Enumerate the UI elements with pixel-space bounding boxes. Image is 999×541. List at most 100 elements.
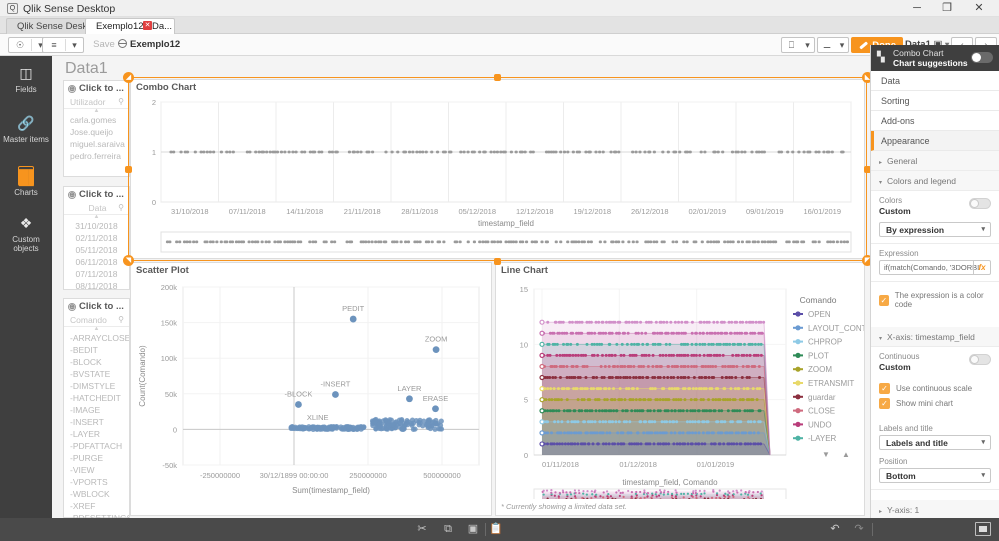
list-icon[interactable]: ≡ <box>43 38 65 52</box>
bookmark-icon[interactable]: ⚊ <box>818 38 836 52</box>
fullscreen-icon[interactable] <box>975 522 991 536</box>
sheets-menu-group[interactable]: ≡ ▾ <box>42 37 84 53</box>
filter-pane-comando[interactable]: ⊕ Click to ... Comando ⚲ ▲ -ARRAYCLOSE -BED… <box>63 298 130 518</box>
list-item[interactable]: 05/11/2018 <box>64 244 129 256</box>
magnifier-icon[interactable]: ⚲ <box>118 203 124 212</box>
search-input[interactable]: Data ⚲ <box>64 201 129 215</box>
chevron-down-icon[interactable]: ▾ <box>66 38 83 52</box>
selection-handle-bottom[interactable] <box>494 258 501 265</box>
list-item[interactable]: Jose.queijo <box>64 126 129 138</box>
line-chart-plot[interactable]: 0 5 10 15 01/11/2018 01/12/2018 01/01/2019 Coma… <box>496 277 870 512</box>
svg-text:-LAYER: -LAYER <box>808 434 837 443</box>
filter-pane-title[interactable]: ⊕ Click to ... <box>64 81 129 95</box>
section-x-axis[interactable]: ▾ X-axis: timestamp_field <box>871 327 999 347</box>
list-item[interactable]: -INSERT <box>64 416 129 428</box>
list-item[interactable]: pedro.ferreira <box>64 150 129 162</box>
list-item[interactable]: -BLOCK <box>64 356 129 368</box>
search-input[interactable]: Utilizador ⚲ <box>64 95 129 109</box>
list-item[interactable]: -PDFATTACH <box>64 440 129 452</box>
list-item[interactable]: -ARRAYCLOSE <box>64 332 129 344</box>
filter-pane-data[interactable]: ⊕ Click to ... Data ⚲ ▲ 31/10/2018 02/11/2… <box>63 186 130 292</box>
line-chart-object[interactable]: Line Chart 0 5 10 15 01/11/2018 01/12/2018 01/… <box>495 262 870 516</box>
accordion-sorting[interactable]: Sorting <box>871 91 999 111</box>
filter-pane-title[interactable]: ⊕ Click to ... <box>64 299 129 313</box>
search-input[interactable]: Comando ⚲ <box>64 313 129 327</box>
selection-handle-bottom-right[interactable]: ◤ <box>862 255 870 266</box>
accordion-data[interactable]: Data <box>871 71 999 91</box>
list-item[interactable]: -HATCHEDIT <box>64 392 129 404</box>
list-item[interactable]: 08/11/2018 <box>64 280 129 292</box>
scatter-plot-object[interactable]: Scatter Plot 200k 150k 100k 50k 0 -50k -250000… <box>130 262 492 516</box>
use-continuous-scale-checkbox[interactable]: ✓ Use continuous scale <box>879 383 991 394</box>
chevron-down-icon[interactable]: ▾ <box>801 38 814 52</box>
list-item[interactable]: -BEDIT <box>64 344 129 356</box>
colors-custom-toggle[interactable] <box>969 198 991 209</box>
fx-button[interactable]: fx <box>973 261 990 274</box>
chart-suggestions-toggle[interactable] <box>971 52 993 63</box>
continuous-toggle[interactable] <box>969 354 991 365</box>
filter-pane-title[interactable]: ⊕ Click to ... <box>64 187 129 201</box>
chevron-down-icon[interactable]: ▾ <box>981 469 985 483</box>
copy-icon[interactable]: ⧉ <box>441 523 455 536</box>
magnifier-icon[interactable]: ⚲ <box>118 97 124 106</box>
list-item[interactable]: -WBLOCK <box>64 488 129 500</box>
selection-handle-bottom-left[interactable]: ◥ <box>123 255 134 266</box>
chevron-down-icon[interactable]: ▾ <box>981 436 985 450</box>
show-mini-chart-checkbox[interactable]: ✓ Show mini chart <box>879 398 991 409</box>
list-item[interactable]: -IMAGE <box>64 404 129 416</box>
color-code-checkbox[interactable]: ✓ The expression is a color code <box>879 291 991 309</box>
combo-chart-plot[interactable]: 0 1 2 31/10/2018 07/11/2018 14/11/2018 21/11/2… <box>131 94 864 256</box>
selection-handle-top-left[interactable]: ◢ <box>123 72 134 83</box>
redo-button[interactable]: ↷ <box>852 523 866 536</box>
section-y-axis[interactable]: ▸ Y-axis: 1 <box>871 500 999 518</box>
rail-item-charts[interactable]: █▌ Charts <box>0 156 52 206</box>
duplicate-icon[interactable]: ▣ <box>466 523 480 536</box>
comando-value-list[interactable]: -ARRAYCLOSE -BEDIT -BLOCK -BVSTATE -DIMSTYLE… <box>64 332 129 518</box>
list-item[interactable]: -LAYER <box>64 428 129 440</box>
compass-icon[interactable]: ☉ <box>9 38 31 52</box>
rail-item-custom-objects[interactable]: ❖ Custom objects <box>0 206 52 256</box>
position-select[interactable]: Bottom ▾ <box>879 468 991 483</box>
list-item[interactable]: -XREF <box>64 500 129 512</box>
color-mode-select[interactable]: By expression ▾ <box>879 222 991 237</box>
scatter-plot-plot[interactable]: 200k 150k 100k 50k 0 -50k -250000000 30/12/1899… <box>131 277 491 513</box>
list-item[interactable]: -DIMSTYLE <box>64 380 129 392</box>
list-item[interactable]: 06/11/2018 <box>64 256 129 268</box>
cut-icon[interactable]: ✂ <box>415 523 429 536</box>
selection-handle-top[interactable] <box>494 74 501 81</box>
window-close-button[interactable]: ✕ <box>965 0 993 17</box>
list-item[interactable]: miguel.saraiva <box>64 138 129 150</box>
list-item[interactable]: -BVSTATE <box>64 368 129 380</box>
selection-handle-left[interactable] <box>125 166 132 173</box>
bookmark-menu-group[interactable]: ⚊ ▾ <box>817 37 849 53</box>
rail-item-fields[interactable]: ◫ Fields <box>0 56 52 106</box>
chevron-down-icon[interactable]: ▾ <box>981 223 985 237</box>
magnifier-icon[interactable]: ⚲ <box>118 315 124 324</box>
undo-button[interactable]: ↶ <box>828 523 842 536</box>
chevron-down-icon[interactable]: ▾ <box>836 38 848 52</box>
list-item[interactable]: -PURGE <box>64 452 129 464</box>
tab-exemplo12[interactable]: Exemplo12 - Da... <box>85 18 175 34</box>
list-item[interactable]: -VPORTS <box>64 476 129 488</box>
expression-input[interactable]: if(match(Comando, '3DORBI fx <box>879 260 991 275</box>
window-maximize-button[interactable]: ❐ <box>933 0 961 17</box>
list-item[interactable]: 07/11/2018 <box>64 268 129 280</box>
filter-pane-utilizador[interactable]: ⊕ Click to ... Utilizador ⚲ ▲ carla.gomes … <box>63 80 130 177</box>
list-item[interactable]: 31/10/2018 <box>64 220 129 232</box>
accordion-appearance[interactable]: Appearance <box>871 131 999 151</box>
labels-and-title-select[interactable]: Labels and title ▾ <box>879 435 991 450</box>
section-general[interactable]: ▸ General <box>871 151 999 171</box>
accordion-add-ons[interactable]: Add-ons <box>871 111 999 131</box>
presentation-menu-group[interactable]: ⎕ ▾ <box>781 37 815 53</box>
combo-chart-object[interactable]: Combo Chart 0 1 2 31/10/2018 07/11/2018 14/11… <box>130 79 865 259</box>
paste-icon[interactable]: 📋 <box>489 523 503 536</box>
list-item[interactable]: -VIEW <box>64 464 129 476</box>
list-item[interactable]: carla.gomes <box>64 114 129 126</box>
list-item[interactable]: 02/11/2018 <box>64 232 129 244</box>
section-colors-and-legend[interactable]: ▾ Colors and legend <box>871 171 999 191</box>
window-minimize-button[interactable]: ─ <box>903 0 931 17</box>
tab-close-icon[interactable]: ✕ <box>143 21 152 30</box>
rail-item-master-items[interactable]: 🔗 Master items <box>0 106 52 156</box>
selection-handle-top-right[interactable]: ◣ <box>862 72 870 83</box>
presentation-icon[interactable]: ⎕ <box>782 38 801 52</box>
